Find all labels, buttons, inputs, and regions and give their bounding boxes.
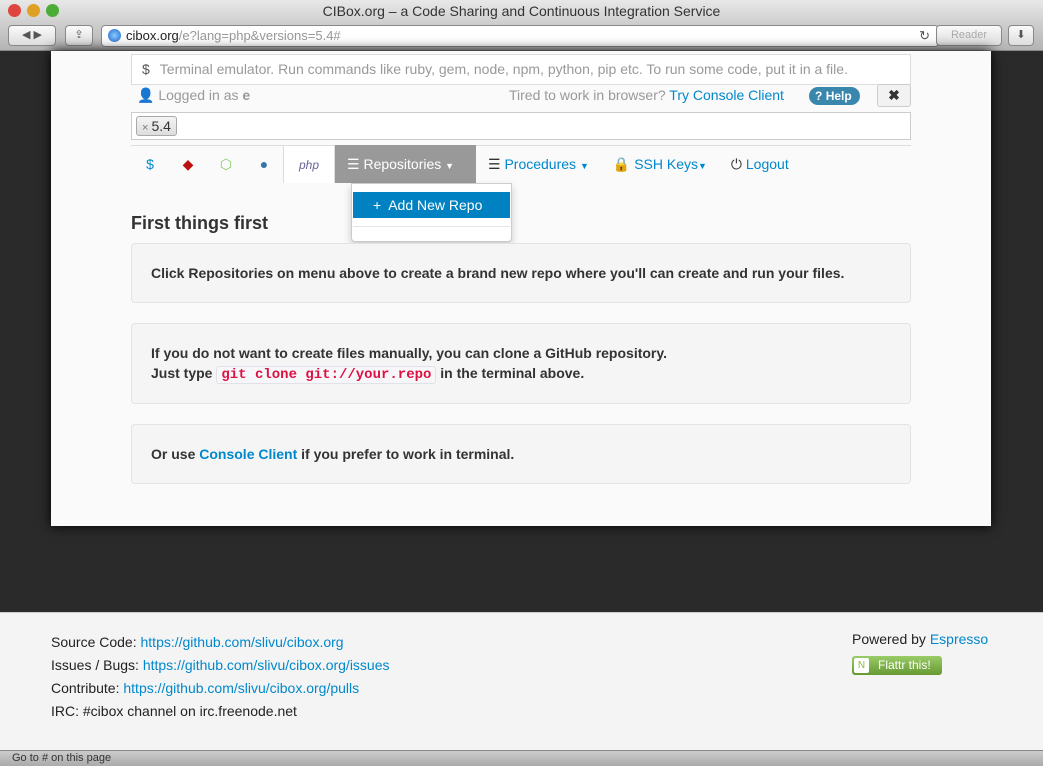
help-label: Help — [825, 89, 852, 103]
espresso-link[interactable]: Espresso — [930, 631, 988, 647]
terminal-prompt: $ — [142, 61, 150, 77]
git-clone-code: git clone git://your.repo — [216, 365, 437, 384]
box2-text: If you do not want to create files manua… — [151, 344, 668, 361]
procedures-menu[interactable]: ☰ Procedures ▼ — [476, 145, 601, 183]
dropdown-divider — [353, 226, 510, 227]
caret-icon: ▼ — [445, 161, 455, 171]
remove-tag-icon[interactable]: × — [142, 122, 148, 134]
box3-post: if you prefer to work in terminal. — [301, 446, 515, 462]
url-host: cibox.org — [126, 28, 179, 43]
ruby-tab[interactable]: ◆ — [169, 145, 207, 183]
contribute-link[interactable]: https://github.com/slivu/cibox.org/pulls — [123, 680, 359, 696]
caret-icon: ▼ — [579, 161, 589, 171]
zoom-window-button[interactable] — [46, 4, 59, 17]
status-bar: Go to # on this page — [0, 750, 1043, 766]
back-forward-button[interactable]: ◀ ▶ — [8, 25, 56, 46]
ssh-keys-label: SSH Keys — [634, 156, 698, 172]
list-icon: ☰ — [347, 156, 360, 172]
shell-tab[interactable]: $ — [131, 145, 169, 183]
user-icon: 👤 — [137, 87, 155, 103]
info-box-clone: If you do not want to create files manua… — [131, 323, 911, 404]
issues-label: Issues / Bugs: — [51, 657, 139, 673]
close-window-button[interactable] — [8, 4, 21, 17]
flattr-icon: N — [854, 658, 869, 673]
downloads-icon[interactable]: ⬇ — [1008, 25, 1034, 46]
tag-value: 5.4 — [151, 118, 171, 134]
window-titlebar: CIBox.org – a Code Sharing and Continuou… — [0, 0, 1043, 22]
box1-text: Click Repositories on menu above to crea… — [151, 265, 845, 281]
reader-button[interactable]: Reader — [936, 25, 1002, 46]
help-button[interactable]: ? Help — [809, 87, 860, 105]
console-client-link-2[interactable]: Console Client — [199, 446, 297, 462]
contribute-label: Contribute: — [51, 680, 120, 696]
close-button[interactable]: ✖ — [877, 84, 911, 107]
url-path: /e?lang=php&versions=5.4# — [178, 28, 341, 43]
question-icon: ? — [815, 89, 823, 103]
page-heading: First things first — [131, 213, 269, 233]
console-prompt: Tired to work in browser? — [509, 87, 666, 103]
powered-by: Powered by Espresso — [852, 631, 988, 647]
repositories-menu[interactable]: ☰ Repositories ▼ — [335, 145, 476, 183]
list-icon: ☰ — [488, 156, 501, 172]
caret-icon: ▼ — [698, 161, 707, 171]
globe-icon — [108, 29, 121, 42]
terminal-input[interactable]: $ Terminal emulator. Run commands like ru… — [131, 54, 911, 85]
plus-icon: + — [373, 197, 382, 213]
powered-label: Powered by — [852, 631, 926, 647]
source-label: Source Code: — [51, 634, 137, 650]
footer: Source Code: https://github.com/slivu/ci… — [0, 612, 1043, 750]
footer-links: Source Code: https://github.com/slivu/ci… — [51, 631, 390, 723]
main-panel: $ Terminal emulator. Run commands like ru… — [51, 51, 991, 526]
issues-link[interactable]: https://github.com/slivu/cibox.org/issue… — [143, 657, 390, 673]
procedures-label: Procedures — [504, 156, 577, 172]
repositories-label: Repositories — [363, 156, 442, 172]
box3-pre: Or use — [151, 446, 196, 462]
browser-toolbar: ◀ ▶ ⇪ cibox.org/e?lang=php&versions=5.4#… — [0, 22, 1043, 51]
logout-label: Logout — [745, 156, 789, 172]
address-bar[interactable]: cibox.org/e?lang=php&versions=5.4# ↻ — [101, 25, 939, 47]
share-icon[interactable]: ⇪ — [65, 25, 93, 46]
window-controls — [8, 4, 59, 17]
console-client-link[interactable]: Try Console Client — [669, 87, 784, 103]
ssh-keys-menu[interactable]: 🔒 SSH Keys▼ — [601, 145, 719, 183]
terminal-placeholder: Terminal emulator. Run commands like rub… — [159, 61, 848, 77]
logged-in-label: Logged in as — [158, 87, 239, 103]
version-tag: × 5.4 — [136, 116, 177, 136]
window-title: CIBox.org – a Code Sharing and Continuou… — [322, 3, 721, 19]
logout-link[interactable]: ⏻ Logout — [719, 145, 801, 183]
versions-input[interactable]: × 5.4 — [131, 112, 911, 140]
box2-post: in the terminal above. — [440, 364, 585, 381]
flattr-button[interactable]: N Flattr this! — [852, 656, 942, 675]
username: e — [242, 87, 251, 103]
add-new-repo-item[interactable]: + Add New Repo — [353, 192, 510, 218]
info-box-repositories: Click Repositories on menu above to crea… — [131, 243, 911, 303]
repositories-dropdown: + Add New Repo — [351, 183, 512, 242]
main-nav: $ ◆ ⬡ ● php ☰ Repositories ▼ ☰ Procedure… — [131, 145, 801, 183]
irc-info: IRC: #cibox channel on irc.freenode.net — [51, 703, 297, 719]
lock-icon: 🔒 — [612, 156, 631, 172]
php-tab[interactable]: php — [283, 145, 335, 183]
box2-pre: Just type — [151, 364, 213, 381]
source-link[interactable]: https://github.com/slivu/cibox.org — [141, 634, 344, 650]
console-promo: Tired to work in browser? Try Console Cl… — [509, 87, 784, 103]
python-tab[interactable]: ● — [245, 145, 283, 183]
reload-icon[interactable]: ↻ — [919, 26, 930, 46]
flattr-label: Flattr this! — [878, 658, 931, 672]
info-box-console: Or use Console Client if you prefer to w… — [131, 424, 911, 484]
logged-in-status: 👤 Logged in as e — [137, 87, 250, 104]
minimize-window-button[interactable] — [27, 4, 40, 17]
add-new-repo-label: Add New Repo — [388, 197, 483, 213]
power-icon: ⏻ — [730, 156, 742, 172]
node-tab[interactable]: ⬡ — [207, 145, 245, 183]
